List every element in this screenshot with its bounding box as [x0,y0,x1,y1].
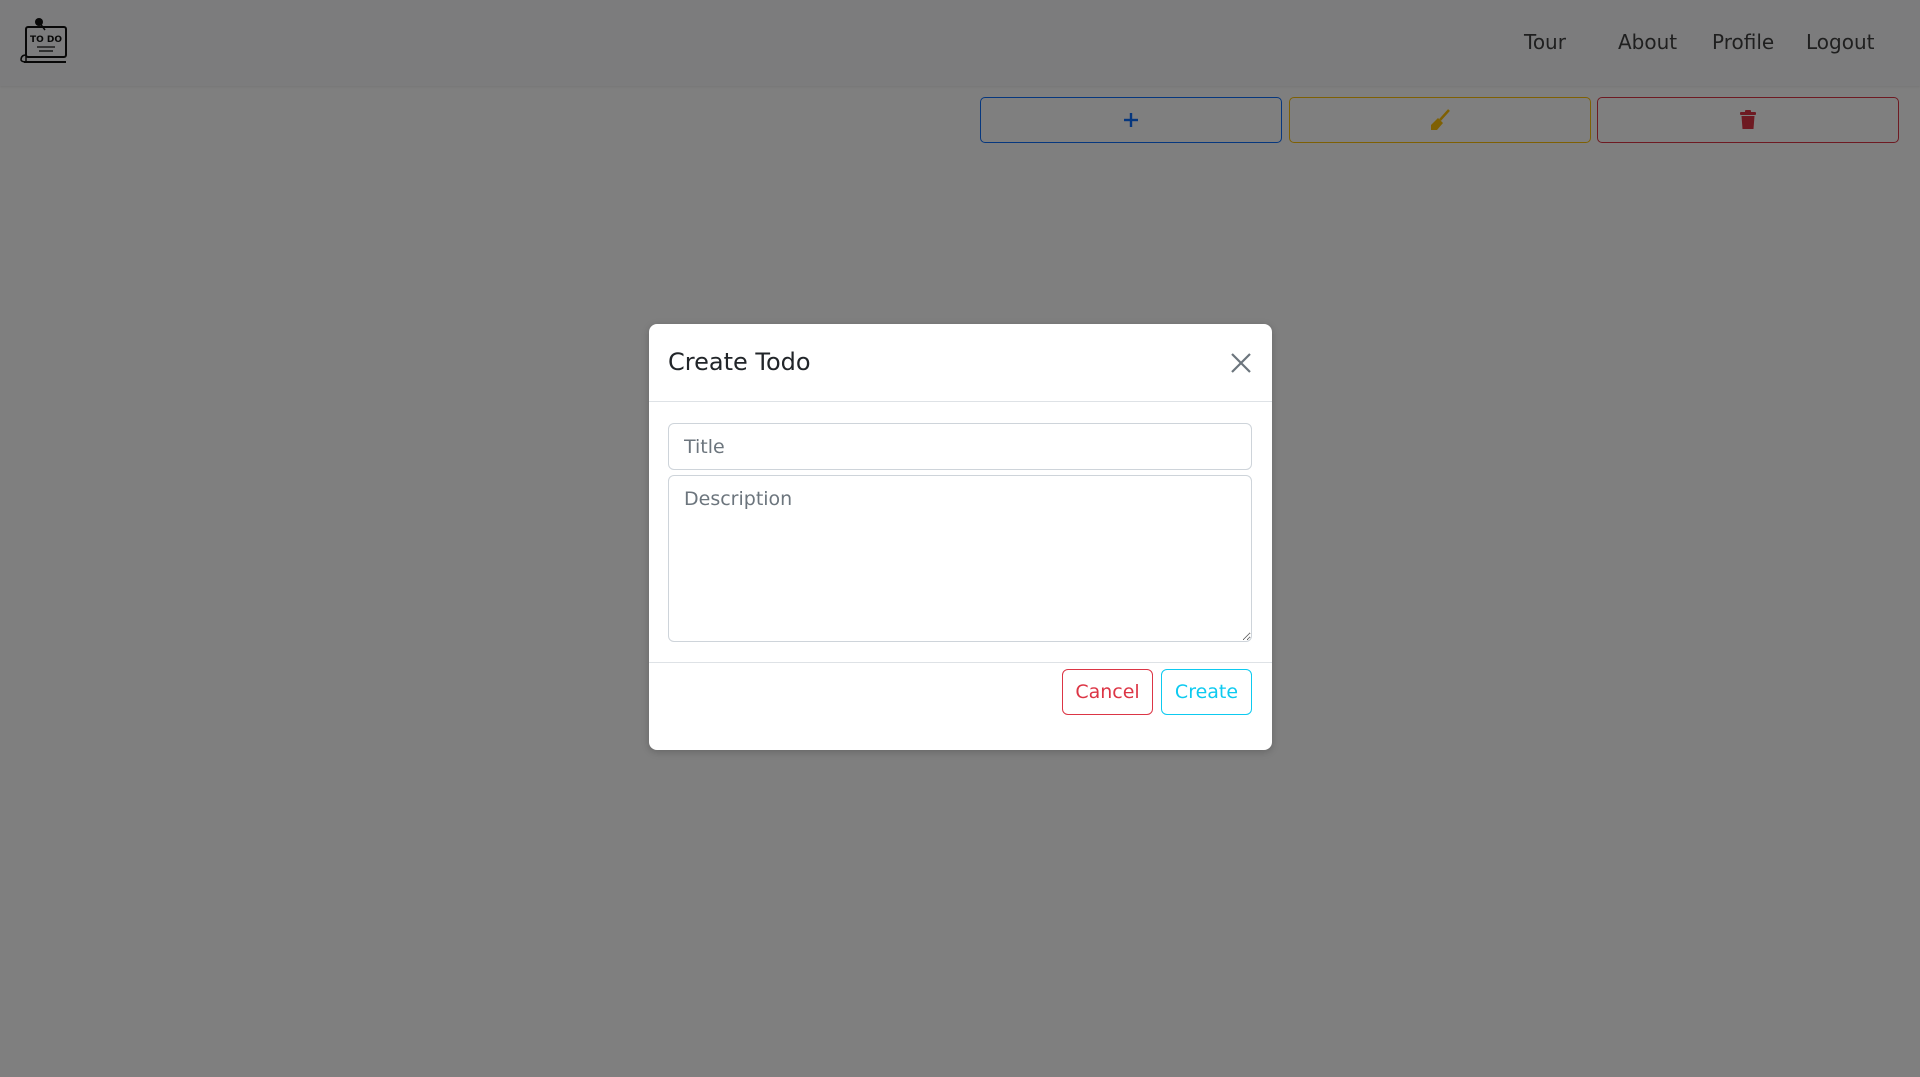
todo-app-page: TO DO Tour About Profile Logout [0,0,1920,1077]
close-icon[interactable] [1228,350,1254,376]
create-button[interactable]: Create [1161,669,1252,715]
create-todo-modal: Create Todo Cancel Create [649,324,1272,750]
modal-header: Create Todo [649,324,1272,402]
cancel-button[interactable]: Cancel [1062,669,1153,715]
description-textarea[interactable] [668,475,1252,642]
title-input[interactable] [668,423,1252,470]
modal-title: Create Todo [668,348,811,376]
